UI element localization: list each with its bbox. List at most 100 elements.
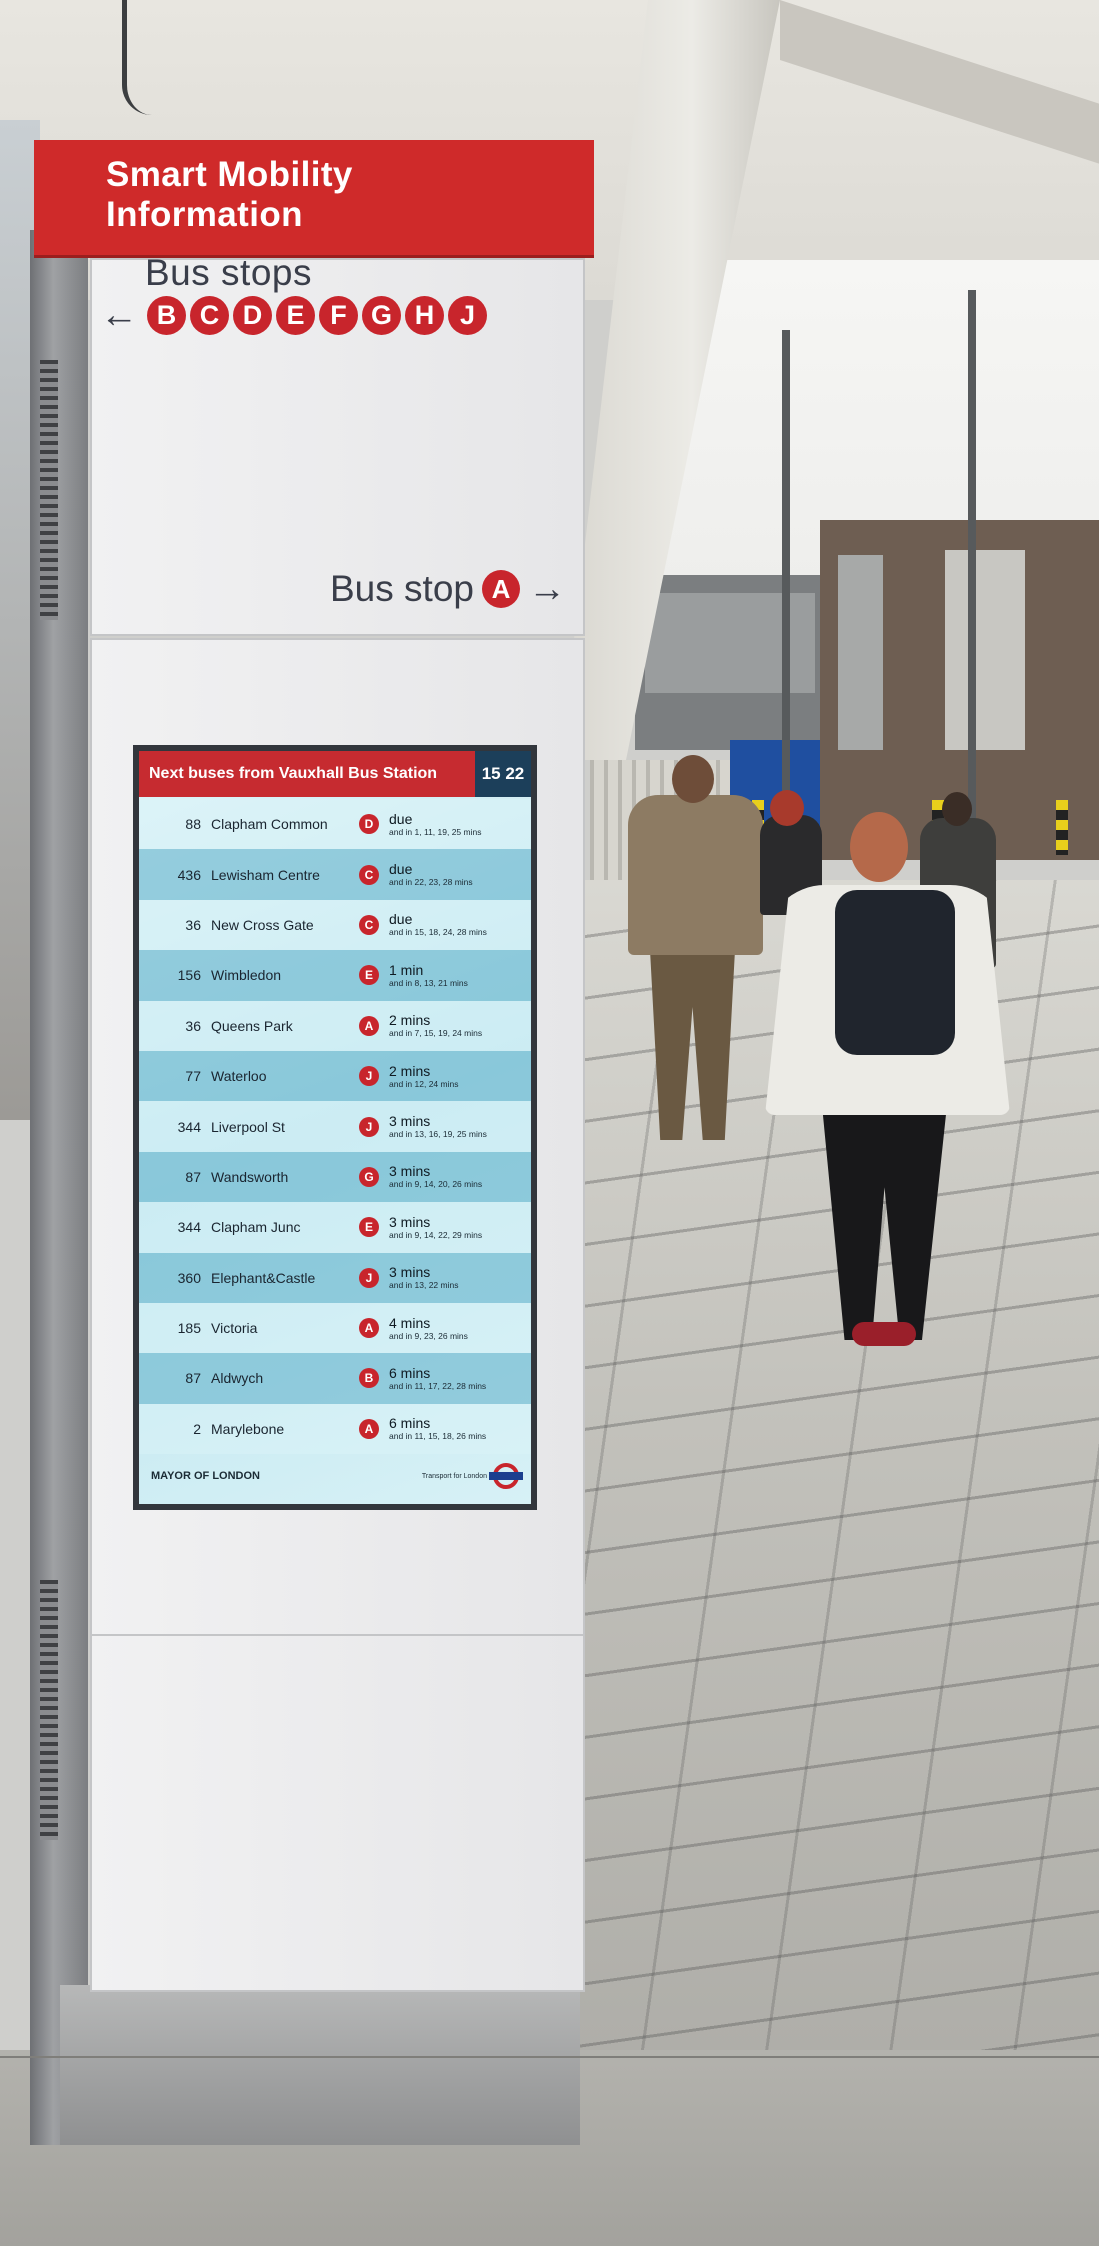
arrival-times: 2 mins and in 12, 24 mins [389, 1064, 525, 1089]
later-arrivals: and in 1, 11, 19, 25 mins [389, 826, 482, 837]
route-number: 36 [185, 1017, 201, 1034]
next-arrival: 3 mins [389, 1164, 431, 1180]
tfl-logo: Transport for London [421, 1463, 523, 1489]
departure-row: 2 Marylebone A 6 mins and in 11, 15, 18, 26 … [139, 1403, 531, 1455]
route-number: 2 [193, 1420, 201, 1437]
arrow-left-icon: ← [100, 294, 138, 336]
stop-letter-badge: D [359, 814, 379, 835]
destination: Victoria [211, 1320, 258, 1337]
later-arrivals: and in 13, 22 mins [389, 1280, 459, 1291]
kiosk-base [60, 1985, 580, 2145]
departure-row: 36 New Cross Gate Cdue and in 15, 18, 24, 2… [139, 899, 531, 951]
route-number: 87 [185, 1168, 201, 1185]
later-arrivals: and in 9, 14, 22, 29 mins [389, 1229, 483, 1240]
background-building [635, 575, 825, 750]
departure-row: 156 Wimbledon E 1 min and in 8, 13, 21 mins [139, 950, 531, 1001]
route-number: 344 [177, 1219, 201, 1236]
bus-stop-badge: G [362, 296, 401, 335]
bus-stop-badge: H [405, 296, 444, 335]
destination: Wimbledon [211, 967, 282, 984]
next-arrival: 6 mins [389, 1365, 431, 1381]
arrival-times: 1 min and in 8, 13, 21 mins [389, 963, 525, 988]
mayor-of-london-logo: MAYOR OF LONDON [151, 1470, 260, 1482]
header-title-line2: Information [106, 195, 303, 234]
later-arrivals: and in 8, 13, 21 mins [389, 977, 468, 988]
stop-letter-badge: C [359, 914, 379, 935]
departure-row: 185 Victoria A 4 mins and in 9, 23, 26 mins [139, 1302, 531, 1354]
departure-row: 436 Lewisham Centre Cdue and in 22, 23, 28 … [139, 849, 531, 900]
arrival-times: 4 mins and in 9, 23, 26 mins [389, 1316, 525, 1341]
departure-row: 344 Liverpool St J 3 mins and in 13, 16, 19,… [139, 1101, 531, 1152]
next-arrival: 2 mins [389, 1063, 431, 1079]
destination: New Cross Gate [211, 916, 314, 933]
bollard [1056, 800, 1068, 855]
bus-stop-a-direction: Bus stop A → [330, 568, 566, 610]
kiosk-panel-bottom [90, 1634, 585, 1992]
later-arrivals: and in 15, 18, 24, 28 mins [389, 927, 487, 938]
route-number: 88 [185, 816, 201, 833]
departure-screen: Next buses from Vauxhall Bus Station 15 … [139, 751, 531, 1504]
later-arrivals: and in 22, 23, 28 mins [389, 877, 473, 888]
departure-row: 360 Elephant&Castle J 3 mins and in 13, 22 m… [139, 1252, 531, 1303]
screen-clock: 15 22 [475, 751, 531, 797]
shoe [852, 1322, 916, 1346]
arrival-times: due and in 1, 11, 19, 25 mins [389, 812, 525, 837]
stop-letter-badge: A [359, 1015, 379, 1036]
arrival-times: 2 mins and in 7, 15, 19, 24 mins [389, 1013, 525, 1038]
departure-row: 344 Clapham Junc E 3 mins and in 9, 14, 22, … [139, 1202, 531, 1253]
destination: Clapham Common [211, 816, 328, 833]
destination: Clapham Junc [211, 1219, 301, 1236]
arrival-times: 3 mins and in 13, 22 mins [389, 1265, 525, 1290]
departure-row: 88 Clapham Common Ddue and in 1, 11, 19, 25… [139, 799, 531, 850]
route-number: 77 [185, 1068, 201, 1085]
arrival-times: 6 mins and in 11, 17, 22, 28 mins [389, 1366, 525, 1391]
bus-stop-badge: D [233, 296, 272, 335]
stop-letter-badge: J [359, 1116, 379, 1137]
later-arrivals: and in 7, 15, 19, 24 mins [389, 1028, 483, 1039]
bus-stop-badge: B [147, 296, 186, 335]
destination: Elephant&Castle [211, 1269, 316, 1286]
stop-letter-badge: G [359, 1166, 379, 1187]
destination: Queens Park [211, 1017, 293, 1034]
tfl-label: Transport for London [421, 1472, 487, 1480]
bus-stop-letters: BCDEFGHJ [147, 296, 487, 335]
stop-letter-badge: B [359, 1368, 379, 1389]
departure-row: 77 Waterloo J 2 mins and in 12, 24 mins [139, 1050, 531, 1102]
later-arrivals: and in 12, 24 mins [389, 1078, 459, 1089]
stop-letter-badge: J [359, 1267, 379, 1288]
pedestrian-man-head [672, 755, 714, 803]
destination: Lewisham Centre [211, 866, 320, 883]
next-arrival: 3 mins [389, 1114, 431, 1130]
next-arrival: 3 mins [389, 1214, 431, 1230]
arrow-right-icon: → [527, 568, 566, 610]
bus-stop-badge: E [276, 296, 315, 335]
next-arrival: due [389, 811, 413, 827]
next-arrival: 3 mins [389, 1265, 431, 1281]
next-arrival: 2 mins [389, 1013, 431, 1029]
roundel-icon [489, 1463, 523, 1489]
route-number: 36 [185, 916, 201, 933]
arrival-times: 3 mins and in 13, 16, 19, 25 mins [389, 1114, 525, 1139]
bus-stop-badge: F [319, 296, 358, 335]
route-number: 156 [177, 967, 201, 984]
later-arrivals: and in 11, 17, 22, 28 mins [389, 1380, 487, 1391]
stop-letter-badge: C [359, 864, 379, 885]
header-title-line1: Smart Mobility [106, 155, 353, 194]
pedestrian-distant-head [942, 792, 972, 826]
later-arrivals: and in 13, 16, 19, 25 mins [389, 1129, 487, 1140]
backpack [835, 890, 955, 1055]
route-number: 436 [177, 866, 201, 883]
kiosk-vent [40, 1580, 58, 1840]
arrival-times: 3 mins and in 9, 14, 22, 29 mins [389, 1215, 525, 1240]
next-arrival: due [389, 912, 413, 928]
stop-letter-badge: E [359, 1217, 379, 1238]
arrival-times: 6 mins and in 11, 15, 18, 26 mins [389, 1416, 525, 1441]
destination: Aldwych [211, 1370, 264, 1387]
floor-line [0, 2056, 1099, 2058]
kiosk-vent [40, 360, 58, 620]
later-arrivals: and in 11, 15, 18, 26 mins [389, 1431, 487, 1442]
bus-stop-badge: J [448, 296, 487, 335]
bus-stops-title: Bus stops [145, 252, 312, 293]
bus-stop-badge: A [481, 570, 520, 608]
next-arrival: 6 mins [389, 1416, 431, 1432]
